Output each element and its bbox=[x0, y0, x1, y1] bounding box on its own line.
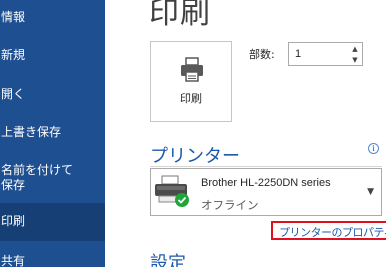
chevron-down-icon: ▼ bbox=[367, 187, 374, 197]
sidebar-item-label: 情報 bbox=[1, 10, 26, 24]
printer-name: Brother HL-2250DN series bbox=[201, 177, 331, 189]
sidebar-item-new[interactable]: 新規 bbox=[0, 48, 105, 63]
info-icon[interactable]: i bbox=[368, 143, 379, 154]
sidebar-item-label: 開く bbox=[1, 87, 26, 101]
sidebar-item-open[interactable]: 開く bbox=[0, 87, 105, 102]
backstage-sidebar: 情報 新規 開く 上書き保存 名前を付けて 保存 印刷 共有 bbox=[0, 0, 105, 267]
sidebar-item-print[interactable]: 印刷 bbox=[0, 203, 105, 241]
section-divider bbox=[150, 166, 382, 167]
sidebar-item-info[interactable]: 情報 bbox=[0, 10, 105, 25]
printer-device-icon bbox=[155, 175, 189, 207]
printer-properties-link[interactable]: プリンターのプロパティ bbox=[271, 221, 386, 240]
printer-icon bbox=[181, 57, 203, 82]
printer-status: オフライン bbox=[201, 198, 259, 212]
copies-decrement-button[interactable]: ▼ bbox=[349, 55, 361, 65]
copies-increment-button[interactable]: ▲ bbox=[349, 44, 361, 54]
print-button-label: 印刷 bbox=[180, 92, 202, 105]
printer-section-title: プリンター bbox=[150, 146, 240, 167]
copies-input[interactable] bbox=[289, 43, 349, 65]
sidebar-item-save[interactable]: 上書き保存 bbox=[0, 125, 105, 140]
sidebar-item-share[interactable]: 共有 bbox=[0, 254, 105, 267]
sidebar-item-label: 新規 bbox=[1, 48, 26, 62]
sidebar-item-label: 印刷 bbox=[1, 214, 26, 228]
sidebar-item-save-as[interactable]: 名前を付けて 保存 bbox=[0, 163, 105, 193]
page-title: 印刷 bbox=[149, 0, 211, 31]
settings-section-title: 設定 bbox=[150, 253, 186, 267]
copies-stepper: ▲ ▼ bbox=[288, 42, 363, 66]
sidebar-item-label-line2: 保存 bbox=[1, 178, 26, 192]
sidebar-item-label: 共有 bbox=[1, 254, 26, 267]
status-check-icon bbox=[175, 193, 189, 207]
sidebar-item-label: 上書き保存 bbox=[1, 125, 62, 139]
printer-dropdown[interactable]: Brother HL-2250DN series オフライン ▼ bbox=[150, 168, 382, 216]
copies-label: 部数: bbox=[249, 48, 275, 61]
print-button[interactable]: 印刷 bbox=[150, 41, 232, 122]
sidebar-item-label-line1: 名前を付けて bbox=[1, 163, 74, 177]
